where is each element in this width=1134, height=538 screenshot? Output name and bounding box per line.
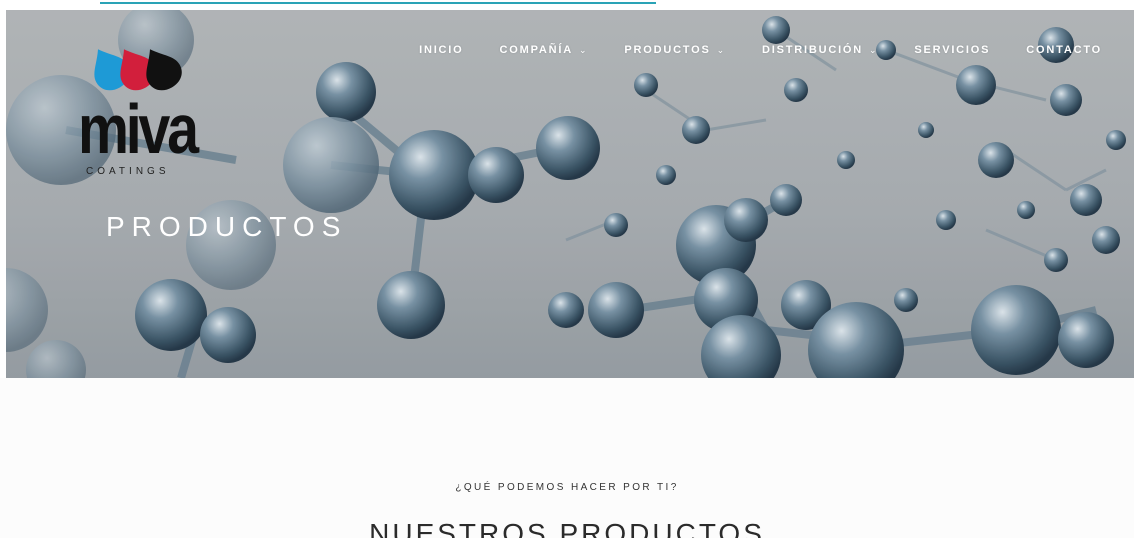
nav-item-label: DISTRIBUCIÓN <box>761 44 864 56</box>
nav-item-contacto[interactable]: CONTACTO <box>1026 44 1102 56</box>
chevron-down-icon: ⌄ <box>716 44 726 55</box>
main-nav: INICIO COMPAÑÍA ⌄ PRODUCTOS ⌄ DISTRIBUCI… <box>383 44 1102 56</box>
ink-drops-icon <box>94 49 182 91</box>
top-link-underline[interactable] <box>100 0 656 4</box>
nav-item-label: INICIO <box>419 44 464 56</box>
products-section: ¿QUÉ PODEMOS HACER POR TI? NUESTROS PROD… <box>0 378 1134 538</box>
nav-item-productos[interactable]: PRODUCTOS ⌄ <box>624 44 726 56</box>
nav-item-compania[interactable]: COMPAÑÍA ⌄ <box>500 44 589 56</box>
section-eyebrow: ¿QUÉ PODEMOS HACER POR TI? <box>455 482 679 493</box>
section-title: NUESTROS PRODUCTOS <box>369 518 765 538</box>
nav-item-servicios[interactable]: SERVICIOS <box>914 44 990 56</box>
nav-item-inicio[interactable]: INICIO <box>419 44 463 56</box>
brand-wordmark: miva <box>78 90 199 168</box>
brand-subtitle: COATINGS <box>86 166 170 177</box>
page-title: PRODUCTOS <box>106 211 348 242</box>
chevron-down-icon: ⌄ <box>869 44 879 55</box>
chevron-down-icon: ⌄ <box>579 44 589 55</box>
nav-item-label: PRODUCTOS <box>624 44 711 56</box>
nav-item-distribucion[interactable]: DISTRIBUCIÓN ⌄ <box>762 44 878 56</box>
nav-item-label: SERVICIOS <box>914 44 991 56</box>
brand-logo[interactable]: miva COATINGS <box>78 36 199 186</box>
nav-item-label: COMPAÑÍA <box>499 44 573 56</box>
nav-item-label: CONTACTO <box>1026 44 1102 56</box>
